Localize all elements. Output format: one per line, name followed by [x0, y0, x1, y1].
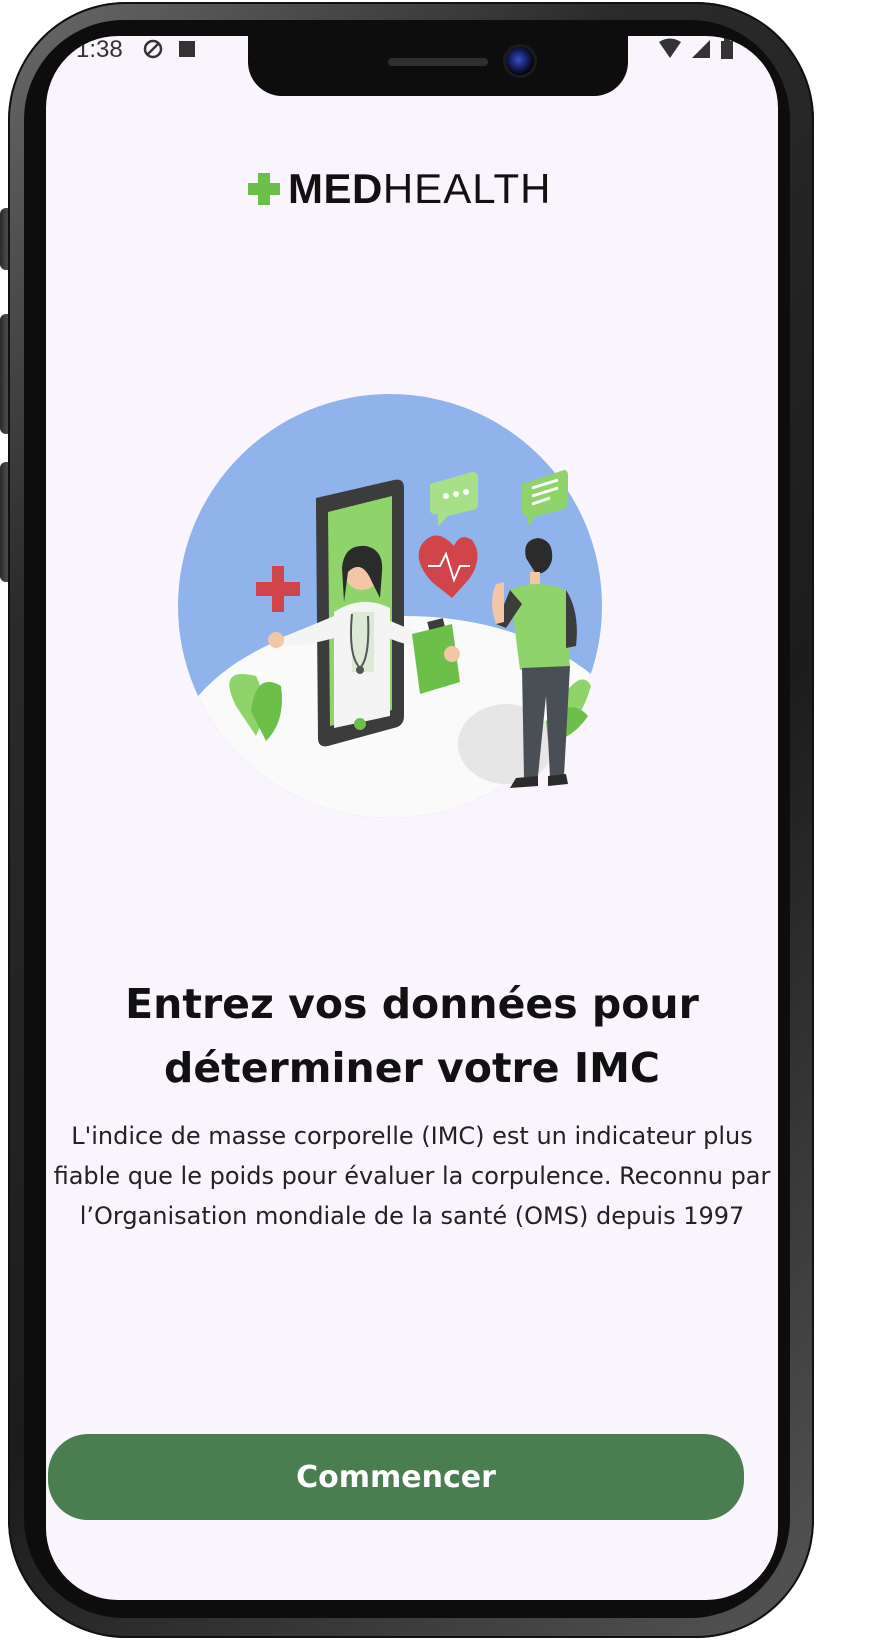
battery-icon — [720, 38, 734, 64]
telemedicine-illustration — [176, 376, 656, 856]
start-button[interactable]: Commencer — [48, 1434, 744, 1520]
page-title: Entrez vos données pour déterminer votre… — [125, 980, 699, 1092]
phone-notch — [248, 36, 628, 96]
status-time: 1:38 — [76, 36, 123, 63]
signal-icon — [690, 38, 712, 64]
status-right-icons — [658, 38, 734, 64]
vpn-icon — [142, 38, 164, 64]
app-logo: MED HEALTH — [246, 164, 586, 214]
front-camera-icon — [503, 44, 537, 78]
app-screen: 1:38 MED HEALTH Entrez vos données pour … — [46, 36, 778, 1600]
logo-med-text: MED — [288, 165, 383, 212]
medical-cross-icon — [246, 171, 282, 207]
wifi-icon — [658, 38, 682, 64]
page-description: L'indice de masse corporelle (IMC) est u… — [53, 1122, 771, 1230]
notification-icon — [178, 38, 196, 64]
status-left-icons — [142, 38, 196, 64]
logo-health-text: HEALTH — [382, 165, 552, 212]
speaker-grille — [388, 58, 488, 66]
